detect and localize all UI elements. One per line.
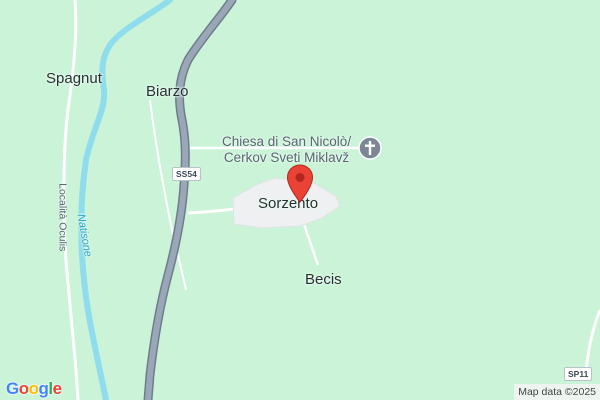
cross-place-of-worship-icon[interactable] [358,136,382,160]
road-shield-sp11: SP11 [564,367,593,381]
place-label-becis[interactable]: Becis [305,272,342,287]
road-shield-ss54: SS54 [172,167,201,181]
highway-ss54-fill [145,0,235,400]
poi-label-church[interactable]: Chiesa di San Nicolò/ Cerkov Sveti Mikla… [222,134,351,166]
poi-label-church-line1: Chiesa di San Nicolò/ [222,134,352,149]
logo-letter: o [18,379,29,398]
map-canvas[interactable]: Spagnut Biarzo Sorzento Becis Chiesa di … [0,0,600,400]
place-label-spagnut[interactable]: Spagnut [46,71,102,86]
road-east [584,309,600,373]
logo-letter: o [28,379,39,398]
logo-letter: e [52,379,62,398]
google-logo[interactable]: Google [6,379,62,399]
place-label-biarzo[interactable]: Biarzo [146,84,189,99]
logo-letter: G [6,379,19,398]
street-label-oculis: Località Oculis [56,183,69,252]
map-attribution[interactable]: Map data ©2025 [514,384,600,400]
location-pin-icon[interactable] [286,164,314,204]
logo-letter: g [38,379,49,398]
